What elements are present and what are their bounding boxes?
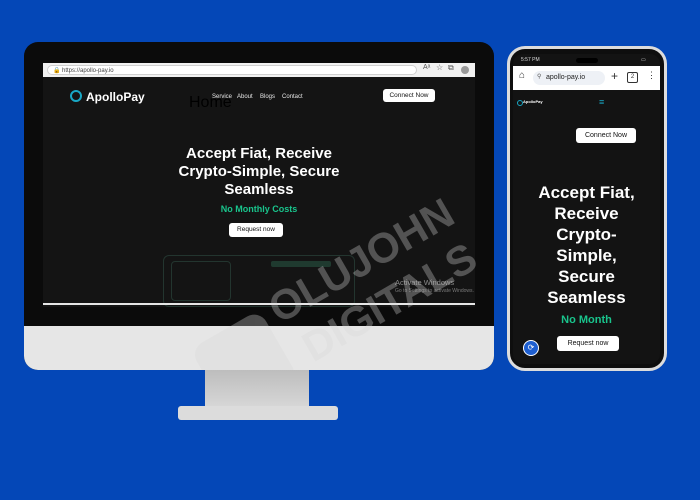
phone-hero-line-5: Secure [558,267,615,286]
dashboard-card [171,261,231,301]
phone-hero-subtitle: No Month [561,314,612,326]
profile-avatar[interactable] [461,66,469,74]
monitor-chin [24,326,494,370]
camera-notch [576,58,598,63]
hamburger-menu-icon[interactable]: ≡ [599,98,604,107]
phone-hero-line-4: Simple, [556,246,617,265]
phone-hero-line-3: Crypto- [556,225,617,244]
nav-blogs[interactable]: Blogs [260,94,275,100]
status-time: 5:57 PM [521,57,540,63]
hero-line-2: Crypto-Simple, Secure [178,163,340,180]
lock-icon: 🔒 [53,68,61,74]
hero-line-3: Seamless [224,181,294,198]
activate-windows-title: Activate Windows [395,278,455,287]
more-menu-icon[interactable]: ⋮ [647,70,656,81]
connect-now-button[interactable]: Connect Now [383,89,435,102]
phone-hero-line-1: Accept Fiat, [538,183,635,202]
address-bar[interactable]: 🔒 https://apollo-pay.io [47,65,417,75]
phone-request-now-button[interactable]: Request now [557,336,619,351]
monitor-stand [205,370,309,410]
taskbar-divider [43,303,475,305]
battery-icon: ▭ [641,57,646,63]
home-icon[interactable]: ⌂ [519,70,525,81]
phone-hero-line-2: Receive [554,204,619,223]
nav-about[interactable]: About [237,94,253,100]
monitor-base [178,406,338,420]
floating-action-icon[interactable]: ⟳ [523,340,539,356]
new-tab-icon[interactable]: + [611,69,618,83]
address-bar-url: https://apollo-pay.io [62,68,114,74]
favorite-icon[interactable]: ☆ [436,63,443,72]
phone-lock-icon: ⚲ [537,74,542,80]
hero-subtitle: No Monthly Costs [220,204,298,214]
activate-windows-subtitle: Go to Settings to activate Windows. [395,288,474,294]
tab-count[interactable]: 2 [627,72,638,83]
phone-hero-line-6: Seamless [547,288,626,307]
collections-icon[interactable]: ⧉ [448,63,454,73]
read-aloud-icon[interactable]: Aᵃ [423,64,430,71]
nav-service[interactable]: Service [212,94,232,100]
logo-icon[interactable] [70,90,82,102]
logo-text[interactable]: ApolloPay [86,90,145,104]
hero-line-1: Accept Fiat, Receive [186,145,332,162]
dashboard-bar [271,261,331,267]
nav-contact[interactable]: Contact [282,94,303,100]
phone-logo-text[interactable]: ApolloPay [523,99,543,104]
phone-connect-now-button[interactable]: Connect Now [576,128,636,143]
desktop-screen: 🔒 https://apollo-pay.io Aᵃ ☆ ⧉ ApolloPay… [43,63,475,307]
phone-url: apollo-pay.io [546,74,586,81]
request-now-button[interactable]: Request now [229,223,283,237]
browser-toolbar: 🔒 https://apollo-pay.io Aᵃ ☆ ⧉ [43,63,475,77]
phone-screen: 5:57 PM ▭ ⌂ ⚲ apollo-pay.io + 2 ⋮ Apollo… [513,54,660,364]
